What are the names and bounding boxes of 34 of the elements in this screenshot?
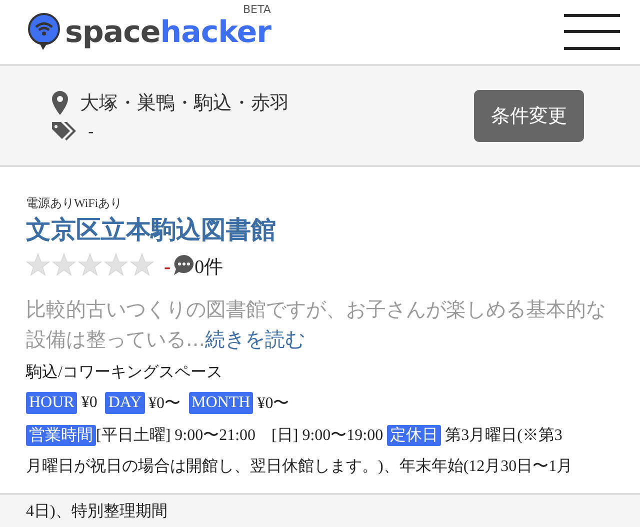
- area-text: 大塚・巣鴨・駒込・赤羽: [80, 90, 289, 116]
- price-value: ¥0: [81, 394, 98, 412]
- price-tag: DAY: [105, 392, 145, 414]
- hours-text: [平日土曜] 9:00〜21:00 [日] 9:00〜19:00: [96, 427, 384, 444]
- logo-text[interactable]: spacehacker: [65, 14, 271, 50]
- features-text: 電源ありWiFiあり: [26, 195, 124, 212]
- empty-star-icon: [26, 253, 50, 277]
- change-conditions-button[interactable]: 条件変更: [474, 90, 584, 142]
- logo-icon: [27, 13, 61, 51]
- closed-tag: 定休日: [387, 425, 442, 446]
- price-tag: HOUR: [26, 392, 78, 414]
- category-text: 駒込/コワーキングスペース: [26, 362, 224, 383]
- empty-star-icon: [130, 253, 154, 277]
- read-more-link[interactable]: 続きを読む: [205, 327, 306, 351]
- closed-days-text: 月曜日が祝日の場合は開館し、翌日休館します。)、年末年始(12月30日〜1月: [26, 456, 574, 477]
- hours-tag: 営業時間: [26, 425, 96, 446]
- price-tag: MONTH: [188, 392, 254, 414]
- price-value: ¥0〜: [257, 394, 290, 414]
- empty-star-icon: [52, 253, 76, 277]
- price-value: ¥0〜: [148, 394, 181, 414]
- description-text: 比較的古いつくりの図書館ですが、お子さんが楽しめる基本的な設備は整っている...続きを読む: [26, 296, 607, 353]
- comment-count: 0件: [194, 256, 224, 280]
- beta-label: BETA: [243, 3, 271, 16]
- comment-icon: [172, 254, 195, 276]
- tags-text: -: [88, 122, 94, 141]
- menu-icon[interactable]: [564, 13, 620, 51]
- empty-star-icon: [78, 253, 102, 277]
- closed-days-text: 第3月曜日(※第3: [445, 427, 562, 444]
- listing-title[interactable]: 文京区立本駒込図書館: [26, 213, 614, 246]
- tags-icon: [52, 122, 76, 142]
- location-pin-icon: [52, 90, 68, 114]
- footer-text: 4日)、特別整理期間: [26, 502, 168, 522]
- rating-value: -: [164, 256, 171, 278]
- empty-star-icon: [104, 253, 128, 277]
